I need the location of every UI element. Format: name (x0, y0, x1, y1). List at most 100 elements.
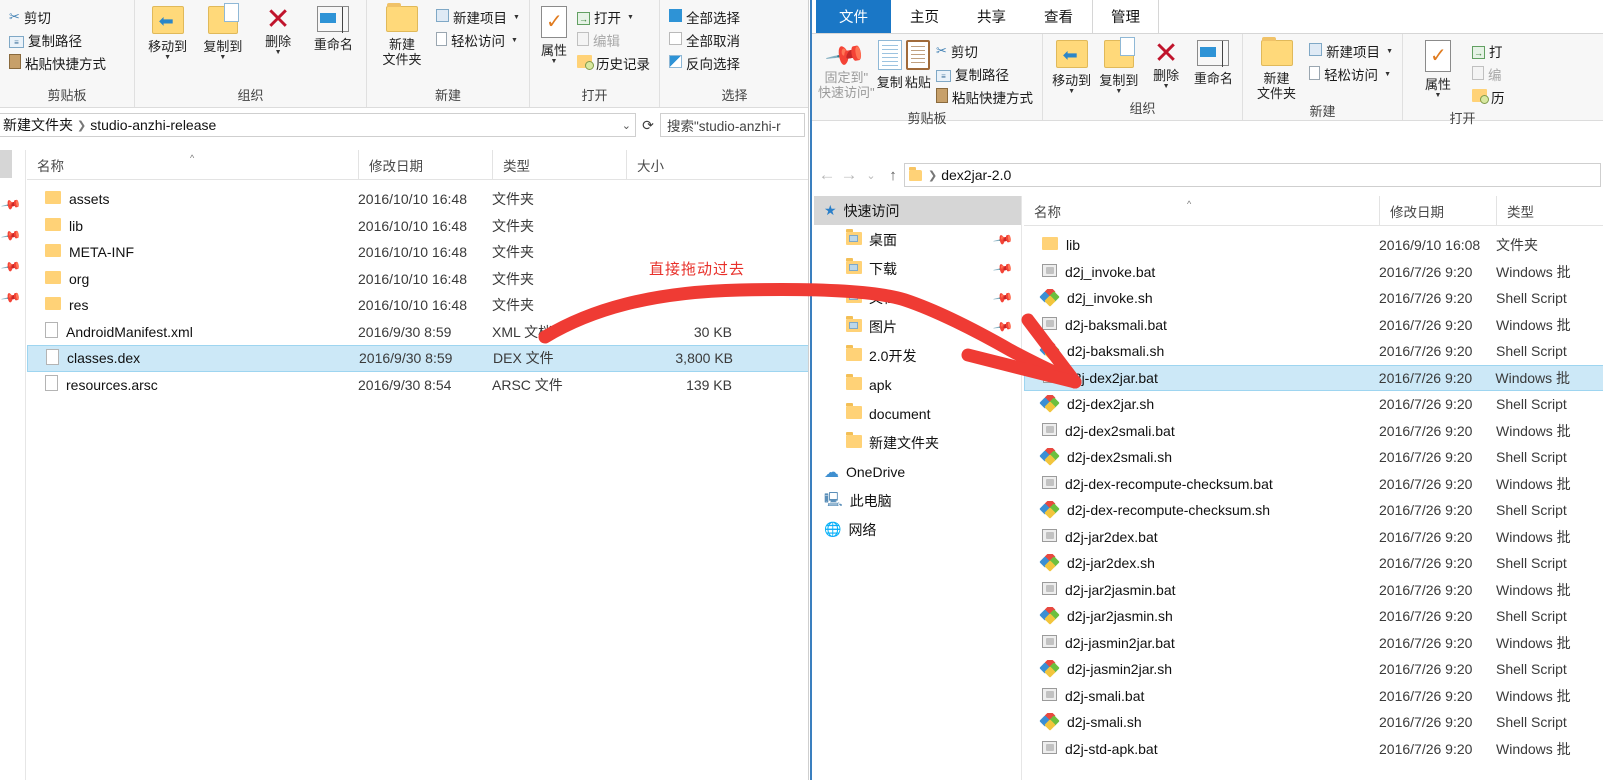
table-row[interactable]: d2j-jasmin2jar.bat 2016/7/26 9:20 Windows … (1024, 630, 1603, 657)
tab-0[interactable]: 文件 (816, 0, 891, 33)
table-row[interactable]: d2j-jar2jasmin.bat 2016/7/26 9:20 Windows … (1024, 577, 1603, 604)
nav-item-3[interactable]: 文档 📌 (814, 283, 1021, 312)
table-row[interactable]: d2j-dex-recompute-checksum.bat 2016/7/26 … (1024, 471, 1603, 498)
table-row[interactable]: d2j-jasmin2jar.sh 2016/7/26 9:20 Shell Scr… (1024, 656, 1603, 683)
file-name-cell[interactable]: d2j-smali.sh (1024, 712, 1379, 732)
nav-item-1[interactable]: 桌面 📌 (814, 225, 1021, 254)
table-row[interactable]: d2j-baksmali.sh 2016/7/26 9:20 Shell Scrip… (1024, 338, 1603, 365)
up-button[interactable]: ↑ (882, 167, 904, 184)
table-row[interactable]: d2j-std-apk.bat 2016/7/26 9:20 Windows 批 (1024, 736, 1603, 763)
file-name-cell[interactable]: d2j-jasmin2jar.sh (1024, 659, 1379, 679)
ribbon-button-edit-icon[interactable]: 编辑 (574, 29, 653, 51)
file-name-cell[interactable]: d2j-dex2smali.sh (1024, 447, 1379, 467)
chevron-down-icon[interactable]: ▼ (164, 54, 171, 61)
table-row[interactable]: d2j-smali.bat 2016/7/26 9:20 Windows 批 (1024, 683, 1603, 710)
tab-1[interactable]: 主页 (891, 0, 958, 33)
column-header-date[interactable]: 修改日期 (1379, 196, 1496, 225)
ribbon-button-new-folder-icon[interactable]: 新建 文件夹 (1249, 37, 1304, 101)
file-name-cell[interactable]: d2j-dex2jar.bat (1025, 369, 1379, 386)
breadcrumb-folder[interactable]: 新建文件夹 (3, 115, 73, 135)
file-name-cell[interactable]: res (27, 297, 358, 313)
nav-item-9[interactable]: ☁ OneDrive (814, 457, 1021, 486)
chevron-down-icon[interactable]: ▼ (1115, 88, 1122, 95)
left-address-box[interactable]: 新建文件夹 ❯ studio-anzhi-release ⌄ (0, 113, 636, 137)
ribbon-button-copy-to-icon[interactable]: 复制到 ▼ (1096, 37, 1141, 95)
file-name-cell[interactable]: AndroidManifest.xml (27, 322, 358, 341)
chevron-down-icon[interactable]: ▼ (627, 14, 634, 21)
ribbon-button-copy-path-icon[interactable]: ≡ 复制路径 (6, 29, 109, 51)
column-header-date[interactable]: 修改日期 (358, 150, 492, 179)
nav-item-7[interactable]: document (814, 399, 1021, 428)
ribbon-button-copy-to-icon[interactable]: 复制到 ▼ (196, 3, 249, 61)
file-name-cell[interactable]: d2j_invoke.bat (1024, 263, 1379, 280)
file-name-cell[interactable]: d2j-dex-recompute-checksum.sh (1024, 500, 1379, 520)
nav-item-4[interactable]: 图片 📌 (814, 312, 1021, 341)
ribbon-button-move-to-icon[interactable]: ⬅ 移动到 ▼ (1049, 38, 1094, 95)
column-header-size[interactable]: 大小 (626, 150, 732, 179)
ribbon-button-new-item-icon[interactable]: 新建项目 ▼ (433, 6, 523, 28)
nav-item-5[interactable]: 2.0开发 (814, 341, 1021, 370)
file-name-cell[interactable]: d2j-jasmin2jar.bat (1024, 634, 1379, 651)
ribbon-button-new-item-icon[interactable]: 新建项目 ▼ (1306, 40, 1396, 62)
chevron-down-icon[interactable]: ▼ (551, 58, 558, 65)
ribbon-button-select-all-icon[interactable]: 全部选择 (666, 6, 743, 28)
right-address-box[interactable]: ❯ dex2jar-2.0 (904, 163, 1601, 187)
nav-item-11[interactable]: 🌐 网络 (814, 515, 1021, 544)
table-row[interactable]: d2j-dex-recompute-checksum.sh 2016/7/26 9… (1024, 497, 1603, 524)
file-name-cell[interactable]: lib (1024, 237, 1379, 253)
ribbon-button-delete-icon[interactable]: ✕ 删除 ▼ (1144, 38, 1189, 91)
table-row[interactable]: AndroidManifest.xml 2016/9/30 8:59 XML 文档 3… (27, 319, 808, 346)
table-row[interactable]: d2j_invoke.sh 2016/7/26 9:20 Shell Script (1024, 285, 1603, 312)
ribbon-button-move-to-icon[interactable]: ⬅ 移动到 ▼ (141, 4, 194, 61)
chevron-down-icon[interactable]: ▼ (513, 14, 520, 21)
tab-2[interactable]: 共享 (958, 0, 1025, 33)
ribbon-button-properties-icon[interactable]: ✓ 属性 ▼ (1409, 38, 1467, 99)
file-name-cell[interactable]: d2j-std-apk.bat (1024, 740, 1379, 757)
refresh-icon[interactable]: ⟳ (636, 117, 660, 134)
file-name-cell[interactable]: d2j-dex2jar.sh (1024, 394, 1379, 414)
ribbon-button-invert-selection-icon[interactable]: 反向选择 (666, 52, 743, 74)
file-name-cell[interactable]: classes.dex (28, 348, 359, 368)
file-name-cell[interactable]: d2j-jar2dex.sh (1024, 553, 1379, 573)
ribbon-button-rename-icon[interactable]: 重命名 (1191, 38, 1236, 86)
file-name-cell[interactable]: d2j-jar2jasmin.sh (1024, 606, 1379, 626)
pin-icon[interactable]: 📌 (992, 257, 1014, 279)
table-row[interactable]: resources.arsc 2016/9/30 8:54 ARSC 文件 139 K… (27, 372, 808, 399)
pin-icon[interactable]: 📌 (992, 315, 1014, 337)
chevron-down-icon[interactable]: ▼ (219, 54, 226, 61)
ribbon-button-scissors-icon[interactable]: ✂ 剪切 (933, 40, 1036, 62)
left-search-input[interactable]: 搜索"studio-anzhi-r (660, 113, 805, 137)
file-name-cell[interactable]: d2j-baksmali.sh (1024, 341, 1379, 361)
nav-item-0[interactable]: ★ 快速访问 (814, 196, 1021, 225)
ribbon-button-copy-icon[interactable]: 复制 (877, 38, 903, 90)
table-row[interactable]: d2j-dex2jar.bat 2016/7/26 9:20 Windows 批 (1024, 364, 1603, 391)
file-name-cell[interactable]: org (27, 270, 358, 287)
table-row[interactable]: d2j-baksmali.bat 2016/7/26 9:20 Windows 批 (1024, 312, 1603, 339)
chevron-down-icon[interactable]: ▼ (1384, 71, 1391, 78)
pin-icon[interactable]: 📌 (992, 286, 1014, 308)
forward-button[interactable]: → (838, 165, 860, 185)
pin-icon[interactable]: 📌 (992, 228, 1014, 250)
column-header-name[interactable]: 名称 (1024, 196, 1379, 225)
table-row[interactable]: d2j-smali.sh 2016/7/26 9:20 Shell Script (1024, 709, 1603, 736)
file-name-cell[interactable]: d2j_invoke.sh (1024, 288, 1379, 308)
ribbon-button-select-none-icon[interactable]: 全部取消 (666, 29, 743, 51)
table-row[interactable]: d2j-dex2jar.sh 2016/7/26 9:20 Shell Script (1024, 391, 1603, 418)
ribbon-button-scissors-icon[interactable]: ✂ 剪切 (6, 6, 109, 28)
table-row[interactable]: classes.dex 2016/9/30 8:59 DEX 文件 3,800 KB (27, 345, 808, 372)
table-row[interactable]: d2j-jar2jasmin.sh 2016/7/26 9:20 Shell Scr… (1024, 603, 1603, 630)
chevron-down-icon[interactable]: ▼ (1435, 92, 1442, 99)
breadcrumb-current[interactable]: studio-anzhi-release (90, 117, 216, 133)
chevron-down-icon[interactable]: ▼ (511, 37, 518, 44)
column-header-type[interactable]: 类型 (1496, 196, 1603, 225)
ribbon-button-delete-icon[interactable]: ✕ 删除 ▼ (252, 4, 305, 57)
table-row[interactable]: res 2016/10/10 16:48 文件夹 (27, 292, 808, 319)
ribbon-button-paste-shortcut-icon[interactable]: 粘贴快捷方式 (6, 52, 109, 74)
right-file-list[interactable]: lib 2016/9/10 16:08 文件夹 d2j_invoke.bat 2016/… (1024, 232, 1603, 780)
back-button[interactable]: ← (816, 165, 838, 185)
table-row[interactable]: d2j-jar2dex.bat 2016/7/26 9:20 Windows 批 (1024, 524, 1603, 551)
chevron-down-icon[interactable]: ▼ (1068, 88, 1075, 95)
breadcrumb-current[interactable]: dex2jar-2.0 (941, 167, 1011, 183)
ribbon-button-easy-access-icon[interactable]: 轻松访问 ▼ (433, 29, 523, 51)
file-name-cell[interactable]: d2j-dex2smali.bat (1024, 422, 1379, 439)
